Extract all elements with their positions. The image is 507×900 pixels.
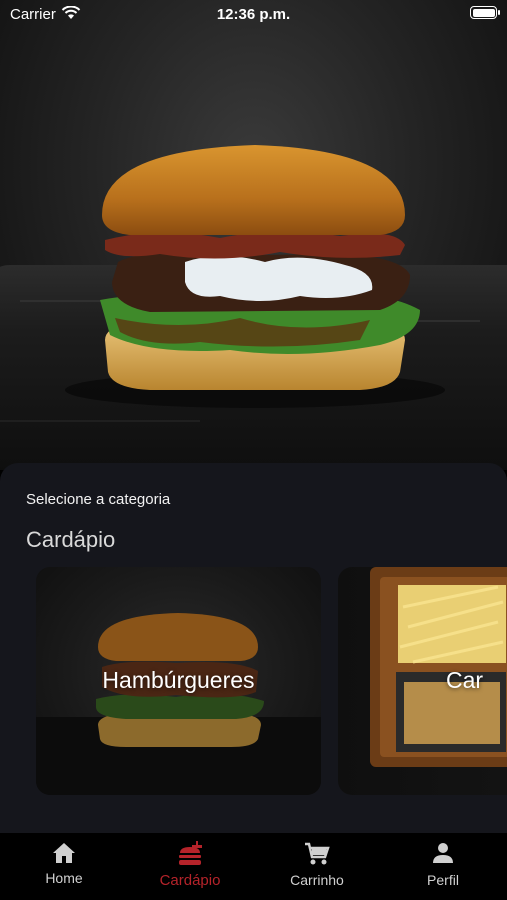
tab-perfil[interactable]: Perfil	[388, 841, 498, 888]
tab-label: Perfil	[427, 872, 459, 888]
hero-image: Carrier 12:36 p.m.	[0, 0, 507, 470]
clock: 12:36 p.m.	[216, 6, 291, 23]
battery-icon	[470, 6, 500, 19]
category-panel: Selecione a categoria Cardápio Hambúrgue…	[0, 463, 507, 833]
tab-label: Home	[45, 870, 83, 886]
person-icon	[433, 843, 453, 863]
cart-icon	[305, 842, 330, 865]
home-icon	[53, 843, 75, 863]
tab-carrinho[interactable]: Carrinho	[262, 841, 372, 888]
status-bar: Carrier 12:36 p.m.	[0, 0, 507, 28]
category-card-hamburgers[interactable]: Hambúrgueres	[36, 567, 321, 795]
tab-home[interactable]: Home	[9, 841, 119, 886]
burger-illustration	[65, 145, 445, 408]
category-carousel[interactable]: Hambúrgueres Car	[36, 567, 507, 797]
burger-icon	[179, 841, 202, 865]
tab-label: Cardápio	[159, 872, 221, 889]
tab-label: Carrinho	[290, 872, 344, 888]
tab-cardapio[interactable]: Cardápio	[135, 841, 245, 889]
tab-bar: Home Cardápio Carrinho Perfil	[0, 833, 507, 900]
category-label: Car	[446, 667, 484, 693]
section-title: Cardápio	[26, 527, 116, 552]
section-subtitle: Selecione a categoria	[26, 491, 171, 508]
category-card-fries[interactable]: Car	[338, 567, 507, 795]
category-label: Hambúrgueres	[102, 667, 255, 693]
